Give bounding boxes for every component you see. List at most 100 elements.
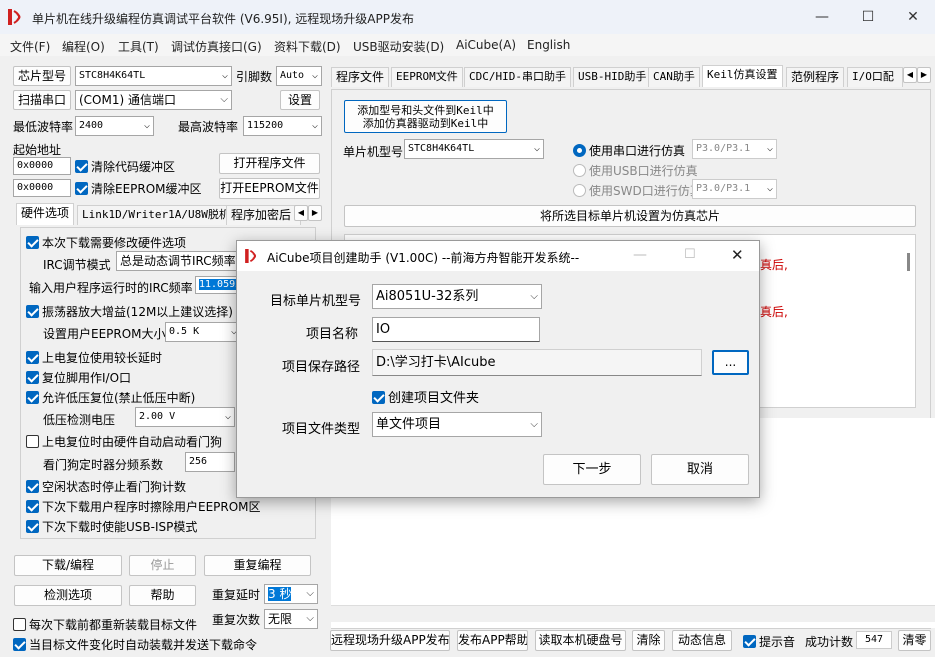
- create-folder-checkbox[interactable]: 创建项目文件夹: [372, 387, 479, 406]
- eeprom-size-select[interactable]: 0.5 K ⌵: [165, 322, 241, 342]
- add-to-keil-button[interactable]: 添加型号和头文件到Keil中 添加仿真器驱动到Keil中: [344, 100, 507, 133]
- repeat-program-button[interactable]: 重复编程: [204, 555, 311, 576]
- wdt-divider-select[interactable]: 256: [185, 452, 235, 472]
- maximize-button[interactable]: ☐: [846, 4, 890, 30]
- project-name-input[interactable]: IO: [372, 317, 540, 342]
- tab-offline-programmer[interactable]: Link1D/Writer1A/U8W脱机: [77, 205, 235, 225]
- info-red-text-2: 真后,: [760, 305, 788, 319]
- reload-target-checkbox[interactable]: 每次下载前都重新装载目标文件: [13, 616, 197, 633]
- min-baud-select[interactable]: 2400 ⌵: [75, 116, 154, 136]
- tab-scroll-left-icon[interactable]: ◀: [294, 205, 308, 221]
- next-step-button[interactable]: 下一步: [543, 454, 641, 485]
- check-options-button[interactable]: 检测选项: [14, 585, 122, 606]
- modify-hw-checkbox[interactable]: 本次下载需要修改硬件选项: [26, 234, 186, 251]
- idle-wdt-checkbox[interactable]: 空闲状态时停止看门狗计数: [26, 478, 186, 495]
- menu-program[interactable]: 编程(O): [62, 38, 105, 55]
- horizontal-scrollbar[interactable]: [331, 605, 935, 622]
- swd-sim-radio[interactable]: 使用SWD口进行仿真: [573, 182, 702, 199]
- tab-examples[interactable]: 范例程序: [786, 67, 845, 87]
- tab-scroll-right-icon[interactable]: ▶: [917, 67, 931, 83]
- osc-gain-checkbox[interactable]: 振荡器放大增益(12M以上建议选择): [26, 303, 233, 320]
- dialog-maximize-icon[interactable]: ☐: [684, 247, 696, 262]
- tab-program-file[interactable]: 程序文件: [331, 67, 390, 87]
- add-keil-line2: 添加仿真器驱动到Keil中: [362, 117, 489, 130]
- tab-eeprom-file[interactable]: EEPROM文件: [391, 67, 463, 87]
- beep-checkbox[interactable]: 提示音: [743, 633, 795, 650]
- reset-count-button[interactable]: 清零: [898, 630, 931, 651]
- set-sim-chip-button[interactable]: 将所选目标单片机设置为仿真芯片: [344, 205, 916, 227]
- cancel-button[interactable]: 取消: [651, 454, 749, 485]
- menu-usb-driver[interactable]: USB驱动安装(D): [353, 38, 444, 55]
- stop-button[interactable]: 停止: [129, 555, 196, 576]
- clear-eeprom-checkbox[interactable]: 清除EEPROM缓冲区: [75, 180, 202, 197]
- minimize-button[interactable]: —: [800, 4, 844, 30]
- publish-help-button[interactable]: 发布APP帮助: [457, 630, 528, 651]
- swd-pins-select[interactable]: P3.0/P3.1 ⌵: [692, 179, 777, 199]
- menu-english[interactable]: English: [527, 38, 570, 52]
- target-mcu-select[interactable]: Ai8051U-32系列 ⌵: [372, 284, 542, 309]
- remote-upgrade-button[interactable]: 远程现场升级APP发布: [330, 630, 450, 651]
- uart-sim-radio[interactable]: 使用串口进行仿真: [573, 142, 685, 159]
- tab-usb-hid[interactable]: USB-HID助手: [573, 67, 652, 87]
- tab-io-config[interactable]: I/O口配: [847, 67, 903, 87]
- browse-button[interactable]: ...: [712, 350, 749, 375]
- max-baud-select[interactable]: 115200 ⌵: [243, 116, 322, 136]
- tab-scroll-left-icon[interactable]: ◀: [903, 67, 917, 83]
- file-type-select[interactable]: 单文件项目 ⌵: [372, 412, 542, 437]
- wdt-auto-checkbox[interactable]: 上电复位时由硬件自动启动看门狗: [26, 433, 222, 450]
- checkbox-checked-icon: [26, 480, 39, 493]
- dialog-close-icon[interactable]: ✕: [731, 246, 744, 264]
- menu-file[interactable]: 文件(F): [10, 38, 50, 55]
- mcu-model-select[interactable]: STC8H4K64TL ⌵: [404, 139, 544, 159]
- code-address-input[interactable]: 0x0000: [13, 157, 71, 175]
- close-button[interactable]: ✕: [891, 4, 935, 30]
- menu-debug-interface[interactable]: 调试仿真接口(G): [171, 38, 262, 55]
- menu-aicube[interactable]: AiCube(A): [456, 38, 516, 52]
- read-disk-button[interactable]: 读取本机硬盘号: [535, 630, 626, 651]
- auto-load-checkbox[interactable]: 当目标文件变化时自动装载并发送下载命令: [13, 636, 257, 653]
- settings-button[interactable]: 设置: [280, 90, 320, 110]
- dialog-minimize-icon[interactable]: —: [633, 247, 647, 263]
- lvd-voltage-label: 低压检测电压: [43, 413, 116, 427]
- clear-log-button[interactable]: 清除: [632, 630, 665, 651]
- repeat-delay-select[interactable]: 3 秒 ⌵: [264, 584, 318, 604]
- tab-keil-sim[interactable]: Keil仿真设置: [702, 65, 783, 87]
- reset-io-checkbox[interactable]: 复位脚用作I/O口: [26, 369, 131, 386]
- eeprom-address-input[interactable]: 0x0000: [13, 179, 71, 197]
- lvd-reset-checkbox[interactable]: 允许低压复位(禁止低压中断): [26, 389, 195, 406]
- erase-eeprom-checkbox[interactable]: 下次下载用户程序时擦除用户EEPROM区: [26, 498, 261, 515]
- tab-hardware-options[interactable]: 硬件选项: [16, 203, 75, 225]
- pin-count-label: 引脚数: [236, 70, 273, 84]
- menu-tools[interactable]: 工具(T): [118, 38, 159, 55]
- chip-model-select[interactable]: STC8H4K64TL ⌵: [75, 66, 232, 86]
- open-program-file-button[interactable]: 打开程序文件: [219, 153, 320, 174]
- clear-code-checkbox[interactable]: 清除代码缓冲区: [75, 158, 175, 175]
- checkbox-checked-icon: [26, 236, 39, 249]
- tab-can[interactable]: CAN助手: [648, 67, 700, 87]
- checkbox-unchecked-icon: [26, 435, 39, 448]
- lvd-voltage-select[interactable]: 2.00 V ⌵: [135, 407, 235, 427]
- tab-program-encryption[interactable]: 程序加密后: [226, 205, 301, 225]
- repeat-delay-value: 3 秒: [268, 587, 292, 601]
- tab-scroll-right-icon[interactable]: ▶: [308, 205, 322, 221]
- chevron-down-icon: ⌵: [311, 70, 318, 81]
- irc-mode-select[interactable]: 总是动态调节IRC频率: [116, 251, 241, 271]
- port-select[interactable]: (COM1) 通信端口 ⌵: [75, 90, 232, 110]
- tab-cdc-serial[interactable]: CDC/HID-串口助手: [464, 67, 571, 87]
- help-button[interactable]: 帮助: [129, 585, 196, 606]
- scrollbar-thumb[interactable]: [907, 253, 910, 271]
- pin-count-select[interactable]: Auto ⌵: [276, 66, 322, 86]
- uart-pins-select[interactable]: P3.0/P3.1 ⌵: [692, 139, 777, 159]
- save-path-input[interactable]: D:\学习打卡\AIcube: [372, 349, 702, 376]
- usb-isp-checkbox[interactable]: 下次下载时使能USB-ISP模式: [26, 518, 197, 535]
- chip-model-button[interactable]: 芯片型号: [13, 66, 71, 86]
- menu-downloads[interactable]: 资料下载(D): [274, 38, 341, 55]
- usb-sim-radio[interactable]: 使用USB口进行仿真: [573, 162, 698, 179]
- scan-port-button[interactable]: 扫描串口: [13, 90, 71, 110]
- open-eeprom-file-button[interactable]: 打开EEPROM文件: [219, 178, 320, 199]
- dynamic-info-button[interactable]: 动态信息: [672, 630, 732, 651]
- download-program-button[interactable]: 下载/编程: [14, 555, 122, 576]
- long-delay-checkbox[interactable]: 上电复位使用较长延时: [26, 349, 162, 366]
- max-baud-value: 115200: [247, 120, 284, 131]
- repeat-count-select[interactable]: 无限 ⌵: [264, 609, 318, 629]
